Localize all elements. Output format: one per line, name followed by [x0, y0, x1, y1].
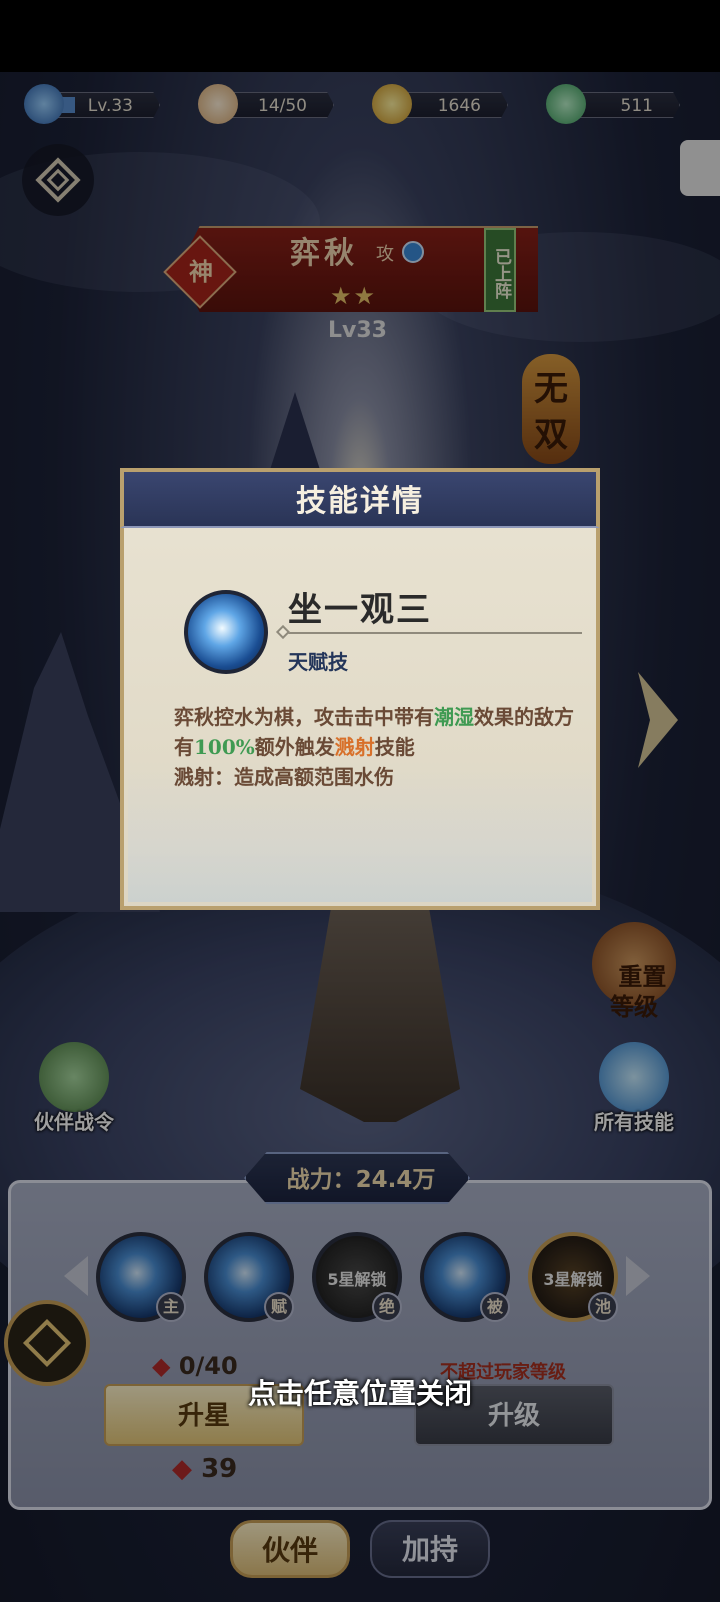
- keyword-splash: 溅射: [334, 735, 375, 759]
- keyword-wet: 潮湿: [434, 705, 474, 729]
- desc-text: 技能: [374, 735, 415, 759]
- divider: [282, 632, 582, 634]
- desc-text: 额外触发: [254, 735, 335, 759]
- skill-icon: [184, 590, 268, 674]
- status-bar: [0, 0, 720, 72]
- close-hint: 点击任意位置关闭: [247, 1377, 472, 1410]
- skill-description: 弈秋控水为棋，攻击击中带有潮湿效果的敌方有100%额外触发溅射技能 溅射：造成高…: [174, 702, 574, 792]
- skill-name: 坐一观三: [288, 590, 432, 630]
- desc-splash-text: 溅射：造成高额范围水伤: [174, 765, 394, 789]
- desc-text: 弈秋控水为棋，攻击击中带有: [174, 705, 434, 729]
- keyword-chance: 100%: [194, 735, 255, 759]
- modal-title: 技能详情: [296, 484, 424, 519]
- skill-type: 天赋技: [288, 650, 348, 674]
